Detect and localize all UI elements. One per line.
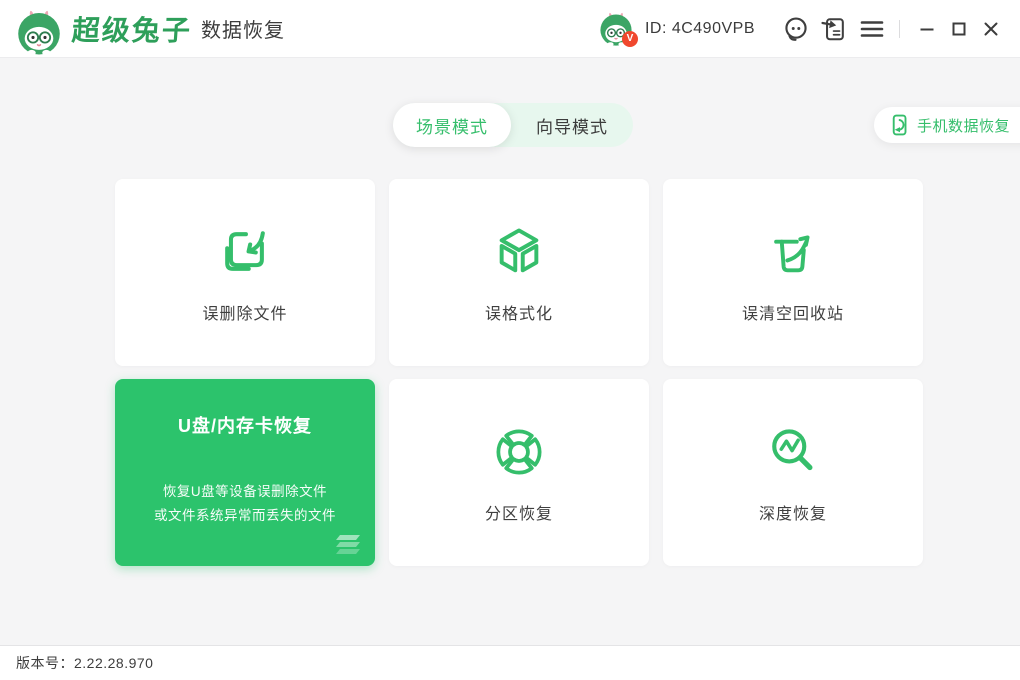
deep-scan-icon	[763, 422, 823, 482]
card-description-line: 或文件系统异常而丢失的文件	[154, 504, 336, 528]
app-logo-rabbit-icon	[16, 7, 62, 55]
card-deep-recovery[interactable]: 深度恢复	[663, 379, 923, 566]
card-partition-recovery[interactable]: 分区恢复	[389, 379, 649, 566]
version-label: 版本号：2.22.28.970	[16, 653, 153, 673]
brand-suffix: 数据恢复	[201, 14, 285, 43]
status-bar: 版本号：2.22.28.970	[0, 645, 1020, 680]
maximize-button[interactable]	[944, 14, 974, 44]
titlebar-divider	[899, 20, 900, 38]
scenario-card-grid: 误删除文件 误格式化 误清空回收站	[115, 179, 923, 566]
brand-name: 超级兔子	[71, 9, 194, 49]
main-content: 场景模式 向导模式 手机数据恢复 误删除文件	[0, 58, 1020, 645]
tab-wizard-mode[interactable]: 向导模式	[511, 103, 633, 147]
phone-data-recovery-label: 手机数据恢复	[917, 115, 1010, 136]
feedback-button[interactable]	[819, 14, 849, 44]
cube-icon	[489, 222, 549, 282]
card-description-line: 恢复U盘等设备误删除文件	[154, 480, 336, 504]
card-deleted-files[interactable]: 误删除文件	[115, 179, 375, 366]
phone-data-recovery-button[interactable]: 手机数据恢复	[874, 107, 1020, 143]
hamburger-menu-icon	[860, 17, 884, 41]
title-bar: 超级兔子 数据恢复 V ID: 4C490VPB	[0, 0, 1020, 58]
titlebar-actions: V ID: 4C490VPB	[599, 10, 1006, 48]
tab-scene-mode[interactable]: 场景模式	[393, 103, 511, 147]
layers-icon	[330, 529, 366, 559]
customer-service-button[interactable]	[781, 14, 811, 44]
card-label: 误删除文件	[202, 300, 287, 324]
user-avatar[interactable]: V	[599, 10, 635, 48]
card-emptied-recycle-bin[interactable]: 误清空回收站	[663, 179, 923, 366]
maximize-icon	[951, 21, 967, 37]
card-label: 分区恢复	[485, 500, 553, 524]
app-window: 超级兔子 数据恢复 V ID: 4C490VPB	[0, 0, 1020, 680]
headset-icon	[783, 16, 809, 42]
partition-icon	[489, 422, 549, 482]
card-formatted[interactable]: 误格式化	[389, 179, 649, 366]
brand: 超级兔子 数据恢复	[16, 5, 285, 53]
main-menu-button[interactable]	[857, 14, 887, 44]
phone-recovery-icon	[890, 114, 910, 136]
user-id: ID: 4C490VPB	[645, 20, 755, 38]
card-label: 误清空回收站	[742, 300, 844, 324]
close-button[interactable]	[976, 14, 1006, 44]
feedback-note-icon	[821, 16, 847, 42]
minimize-icon	[919, 21, 935, 37]
trash-restore-icon	[763, 222, 823, 282]
vip-badge: V	[622, 31, 638, 47]
restore-file-icon	[215, 222, 275, 282]
minimize-button[interactable]	[912, 14, 942, 44]
card-title: U盘/内存卡恢复	[178, 412, 312, 438]
close-icon	[983, 21, 999, 37]
mode-tab-group: 场景模式 向导模式	[393, 103, 633, 147]
card-label: 深度恢复	[759, 500, 827, 524]
card-description: 恢复U盘等设备误删除文件 或文件系统异常而丢失的文件	[154, 480, 336, 528]
card-label: 误格式化	[485, 300, 553, 324]
card-usb-memory-recovery[interactable]: U盘/内存卡恢复 恢复U盘等设备误删除文件 或文件系统异常而丢失的文件	[115, 379, 375, 566]
